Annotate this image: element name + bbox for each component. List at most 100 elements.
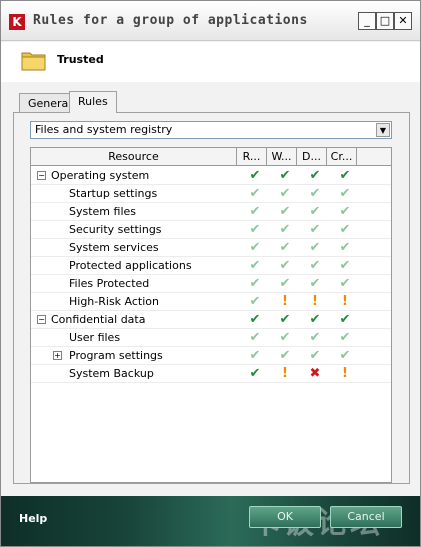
- cancel-button[interactable]: Cancel: [330, 506, 402, 528]
- deny-icon[interactable]: ✖: [303, 365, 327, 383]
- inherited-allow-check-icon[interactable]: ✔: [243, 329, 267, 347]
- title-bar[interactable]: K Rules for a group of applications _ □ …: [1, 1, 420, 41]
- allow-check-icon[interactable]: ✔: [243, 167, 267, 185]
- inherited-allow-check-icon[interactable]: ✔: [273, 203, 297, 221]
- inherited-allow-check-icon[interactable]: ✔: [333, 275, 357, 293]
- resource-label: Startup settings: [69, 187, 158, 200]
- prompt-icon[interactable]: !: [333, 365, 357, 383]
- resource-label: System files: [69, 205, 136, 218]
- dialog-footer: 卡饭论坛 Help OK Cancel: [1, 496, 420, 546]
- resource-label: High-Risk Action: [69, 295, 159, 308]
- resource-label: Operating system: [51, 169, 150, 182]
- allow-check-icon[interactable]: ✔: [333, 311, 357, 329]
- allow-check-icon[interactable]: ✔: [273, 167, 297, 185]
- resource-label: Confidential data: [51, 313, 146, 326]
- rules-panel: Files and system registry ▼ Resource R..…: [13, 112, 410, 484]
- prompt-icon[interactable]: !: [303, 293, 327, 311]
- chevron-down-icon[interactable]: ▼: [376, 123, 390, 137]
- inherited-allow-check-icon[interactable]: ✔: [303, 185, 327, 203]
- table-row[interactable]: − Confidential data ✔ ✔ ✔ ✔: [31, 311, 391, 329]
- allow-check-icon[interactable]: ✔: [243, 311, 267, 329]
- inherited-allow-check-icon[interactable]: ✔: [243, 203, 267, 221]
- table-row[interactable]: System Backup ✔! ✖!: [31, 365, 391, 383]
- allow-check-icon[interactable]: ✔: [243, 365, 267, 383]
- inherited-allow-check-icon[interactable]: ✔: [303, 257, 327, 275]
- inherited-allow-check-icon[interactable]: ✔: [333, 221, 357, 239]
- inherited-allow-check-icon[interactable]: ✔: [243, 257, 267, 275]
- inherited-allow-check-icon[interactable]: ✔: [303, 203, 327, 221]
- column-header-delete[interactable]: D...: [297, 148, 327, 166]
- group-name: Trusted: [57, 53, 104, 66]
- inherited-allow-check-icon[interactable]: ✔: [303, 239, 327, 257]
- close-button[interactable]: ✕: [394, 12, 412, 30]
- inherited-allow-check-icon[interactable]: ✔: [273, 221, 297, 239]
- inherited-allow-check-icon[interactable]: ✔: [273, 185, 297, 203]
- collapse-icon[interactable]: −: [37, 171, 46, 180]
- inherited-allow-check-icon[interactable]: ✔: [243, 185, 267, 203]
- allow-check-icon[interactable]: ✔: [303, 167, 327, 185]
- help-link[interactable]: Help: [19, 512, 47, 525]
- table-row[interactable]: Startup settings ✔ ✔ ✔ ✔: [31, 185, 391, 203]
- allow-check-icon[interactable]: ✔: [303, 311, 327, 329]
- inherited-allow-check-icon[interactable]: ✔: [273, 275, 297, 293]
- column-header-write[interactable]: W...: [267, 148, 297, 166]
- inherited-allow-check-icon[interactable]: ✔: [273, 347, 297, 365]
- kaspersky-logo-icon: K: [9, 14, 25, 30]
- allow-check-icon[interactable]: ✔: [333, 167, 357, 185]
- folder-icon: [21, 52, 46, 71]
- tab-rules[interactable]: Rules: [69, 91, 117, 113]
- inherited-allow-check-icon[interactable]: ✔: [333, 185, 357, 203]
- maximize-button[interactable]: □: [376, 12, 394, 30]
- prompt-icon[interactable]: !: [273, 293, 297, 311]
- table-row[interactable]: Protected applications ✔ ✔ ✔ ✔: [31, 257, 391, 275]
- minimize-button[interactable]: _: [358, 12, 376, 30]
- resource-label: System Backup: [69, 367, 154, 380]
- inherited-allow-check-icon[interactable]: ✔: [303, 275, 327, 293]
- table-row[interactable]: System services ✔ ✔ ✔ ✔: [31, 239, 391, 257]
- table-row[interactable]: − Operating system ✔ ✔ ✔ ✔: [31, 167, 391, 185]
- inherited-allow-check-icon[interactable]: ✔: [303, 221, 327, 239]
- inherited-allow-check-icon[interactable]: ✔: [273, 329, 297, 347]
- ok-button[interactable]: OK: [249, 506, 321, 528]
- inherited-allow-check-icon[interactable]: ✔: [243, 347, 267, 365]
- category-select[interactable]: Files and system registry ▼: [30, 121, 392, 139]
- rules-dialog: K Rules for a group of applications _ □ …: [0, 0, 421, 547]
- allow-check-icon[interactable]: ✔: [273, 311, 297, 329]
- inherited-allow-check-icon[interactable]: ✔: [333, 257, 357, 275]
- inherited-allow-check-icon[interactable]: ✔: [243, 293, 267, 311]
- inherited-allow-check-icon[interactable]: ✔: [333, 347, 357, 365]
- column-header-resource[interactable]: Resource: [31, 148, 237, 166]
- collapse-icon[interactable]: −: [37, 315, 46, 324]
- inherited-allow-check-icon[interactable]: ✔: [243, 239, 267, 257]
- table-row[interactable]: High-Risk Action ✔!!!: [31, 293, 391, 311]
- table-row[interactable]: Security settings ✔ ✔ ✔ ✔: [31, 221, 391, 239]
- expand-icon[interactable]: +: [53, 351, 62, 360]
- prompt-icon[interactable]: !: [273, 365, 297, 383]
- table-row[interactable]: + Program settings ✔ ✔ ✔ ✔: [31, 347, 391, 365]
- resource-label: Files Protected: [69, 277, 150, 290]
- resource-label: Program settings: [69, 349, 163, 362]
- table-header: Resource R... W... D... Cr...: [31, 148, 391, 166]
- table-row[interactable]: System files ✔ ✔ ✔ ✔: [31, 203, 391, 221]
- inherited-allow-check-icon[interactable]: ✔: [273, 257, 297, 275]
- rules-table: Resource R... W... D... Cr... − Operating…: [30, 147, 392, 483]
- tab-container: General Rules Files and system registry …: [13, 91, 410, 484]
- inherited-allow-check-icon[interactable]: ✔: [243, 221, 267, 239]
- inherited-allow-check-icon[interactable]: ✔: [303, 347, 327, 365]
- inherited-allow-check-icon[interactable]: ✔: [303, 329, 327, 347]
- resource-label: Protected applications: [69, 259, 192, 272]
- column-header-create[interactable]: Cr...: [327, 148, 357, 166]
- inherited-allow-check-icon[interactable]: ✔: [273, 239, 297, 257]
- column-header-read[interactable]: R...: [237, 148, 267, 166]
- table-row[interactable]: Files Protected ✔ ✔ ✔ ✔: [31, 275, 391, 293]
- resource-label: System services: [69, 241, 159, 254]
- resource-label: User files: [69, 331, 121, 344]
- table-row[interactable]: User files ✔ ✔ ✔ ✔: [31, 329, 391, 347]
- inherited-allow-check-icon[interactable]: ✔: [243, 275, 267, 293]
- prompt-icon[interactable]: !: [333, 293, 357, 311]
- inherited-allow-check-icon[interactable]: ✔: [333, 203, 357, 221]
- group-header: Trusted: [1, 42, 420, 82]
- inherited-allow-check-icon[interactable]: ✔: [333, 239, 357, 257]
- inherited-allow-check-icon[interactable]: ✔: [333, 329, 357, 347]
- window-title: Rules for a group of applications: [33, 13, 308, 28]
